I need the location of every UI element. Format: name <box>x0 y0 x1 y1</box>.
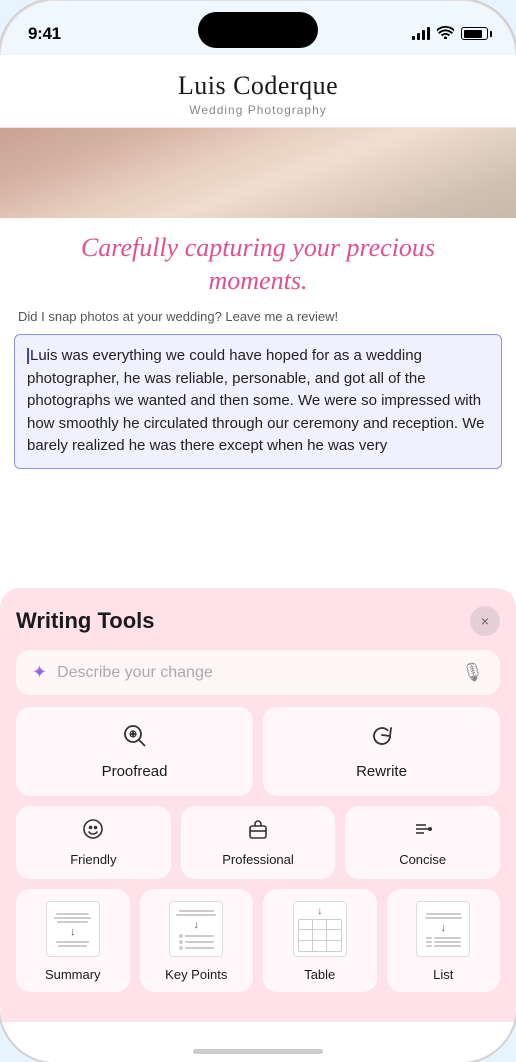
tagline: Carefully capturing your precious moment… <box>0 218 516 305</box>
text-cursor <box>27 348 29 364</box>
tools-row-1: Proofread Rewrite <box>16 707 500 796</box>
proofread-icon <box>122 723 148 755</box>
writing-tools-header: Writing Tools × <box>16 606 500 636</box>
review-text-box[interactable]: Luis was everything we could have hoped … <box>14 334 502 469</box>
site-subtitle: Wedding Photography <box>20 103 496 117</box>
friendly-label: Friendly <box>70 852 116 867</box>
site-header: Luis Coderque Wedding Photography <box>0 55 516 128</box>
professional-icon <box>247 818 269 846</box>
status-icons <box>412 26 488 42</box>
list-label: List <box>433 967 453 982</box>
photo-banner <box>0 128 516 218</box>
friendly-icon <box>82 818 104 846</box>
tools-row-2: Friendly Professional <box>16 806 500 879</box>
rewrite-button[interactable]: Rewrite <box>263 707 500 796</box>
page-content: Luis Coderque Wedding Photography Carefu… <box>0 55 516 1062</box>
describe-placeholder: Describe your change <box>57 664 451 682</box>
writing-tools-title: Writing Tools <box>16 608 155 634</box>
close-icon: × <box>481 613 489 629</box>
key-points-button[interactable]: ↓ Key Points <box>140 889 254 992</box>
battery-icon <box>461 27 488 40</box>
professional-label: Professional <box>222 852 294 867</box>
rewrite-icon <box>369 723 395 755</box>
signal-icon <box>412 27 430 40</box>
microphone-icon[interactable]: 🎙 <box>461 662 484 683</box>
wifi-icon <box>437 26 454 42</box>
status-time: 9:41 <box>28 24 61 44</box>
close-button[interactable]: × <box>470 606 500 636</box>
concise-button[interactable]: Concise <box>345 806 500 879</box>
rewrite-label: Rewrite <box>356 763 407 780</box>
table-button[interactable]: ↓ Table <box>263 889 377 992</box>
table-label: Table <box>304 967 335 982</box>
list-doc-preview: ↓ <box>416 901 470 957</box>
describe-input-container[interactable]: ✦ Describe your change 🎙 <box>16 650 500 695</box>
site-title: Luis Coderque <box>20 71 496 101</box>
review-prompt: Did I snap photos at your wedding? Leave… <box>0 305 516 334</box>
proofread-button[interactable]: Proofread <box>16 707 253 796</box>
dynamic-island <box>198 12 318 48</box>
review-text: Luis was everything we could have hoped … <box>27 347 484 454</box>
summary-doc-preview: ↓ <box>46 901 100 957</box>
review-prompt-text: Did I snap photos at your wedding? Leave… <box>18 309 338 324</box>
writing-tools-panel: Writing Tools × ✦ Describe your change 🎙 <box>0 588 516 1022</box>
concise-label: Concise <box>399 852 446 867</box>
tools-row-3: ↓ Summary ↓ Key <box>16 889 500 992</box>
table-doc-preview: ↓ <box>293 901 347 957</box>
phone-frame: 9:41 Luis <box>0 0 516 1062</box>
key-points-label: Key Points <box>165 967 227 982</box>
friendly-button[interactable]: Friendly <box>16 806 171 879</box>
proofread-label: Proofread <box>102 763 168 780</box>
summary-button[interactable]: ↓ Summary <box>16 889 130 992</box>
home-indicator <box>193 1049 323 1054</box>
list-button[interactable]: ↓ List <box>387 889 501 992</box>
key-points-doc-preview: ↓ <box>169 901 223 957</box>
tagline-text: Carefully capturing your precious moment… <box>30 232 486 297</box>
ai-sparkle-icon: ✦ <box>32 662 47 683</box>
professional-button[interactable]: Professional <box>181 806 336 879</box>
concise-icon <box>412 818 434 846</box>
summary-label: Summary <box>45 967 101 982</box>
